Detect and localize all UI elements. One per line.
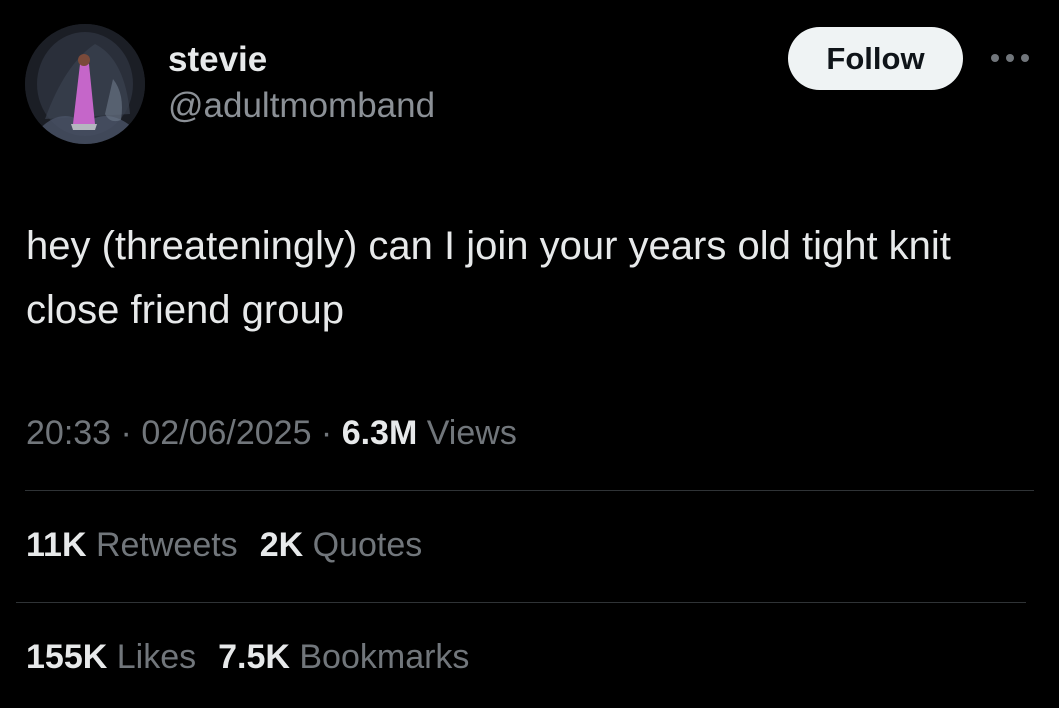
retweets-label: Retweets (86, 526, 238, 564)
likes-stat[interactable]: 155K Likes (26, 634, 196, 680)
more-horizontal-icon[interactable] (988, 48, 1032, 68)
quotes-count: 2K (259, 526, 304, 564)
meta-separator: · (311, 414, 342, 452)
likes-label: Likes (107, 638, 197, 676)
follow-button[interactable]: Follow (788, 27, 963, 90)
quotes-label: Quotes (303, 526, 423, 564)
tweet-text: hey (threateningly) can I join your year… (26, 224, 951, 332)
views-label: Views (417, 414, 517, 452)
likes-count: 155K (26, 638, 108, 676)
avatar-image (25, 24, 145, 144)
retweets-count: 11K (26, 526, 87, 564)
avatar[interactable] (25, 24, 145, 144)
divider (16, 602, 1026, 603)
meta-separator: · (111, 414, 142, 452)
bookmarks-label: Bookmarks (289, 638, 470, 676)
quotes-stat[interactable]: 2K Quotes (260, 522, 423, 568)
tweet-time[interactable]: 20:33 (26, 414, 111, 452)
user-handle[interactable]: @adultmomband (168, 84, 435, 128)
stats-row-likes: 155K Likes 7.5K Bookmarks (26, 634, 491, 680)
tweet-meta: 20:33 · 02/06/2025 · 6.3M Views (26, 410, 517, 456)
views-count: 6.3M (341, 414, 418, 452)
divider (25, 490, 1034, 491)
retweets-stat[interactable]: 11K Retweets (26, 522, 238, 568)
tweet-date[interactable]: 02/06/2025 (141, 414, 311, 452)
stats-row-engagement: 11K Retweets 2K Quotes (26, 522, 444, 568)
bookmarks-count: 7.5K (218, 638, 290, 676)
bookmarks-stat[interactable]: 7.5K Bookmarks (218, 634, 469, 680)
display-name[interactable]: stevie (168, 38, 267, 82)
